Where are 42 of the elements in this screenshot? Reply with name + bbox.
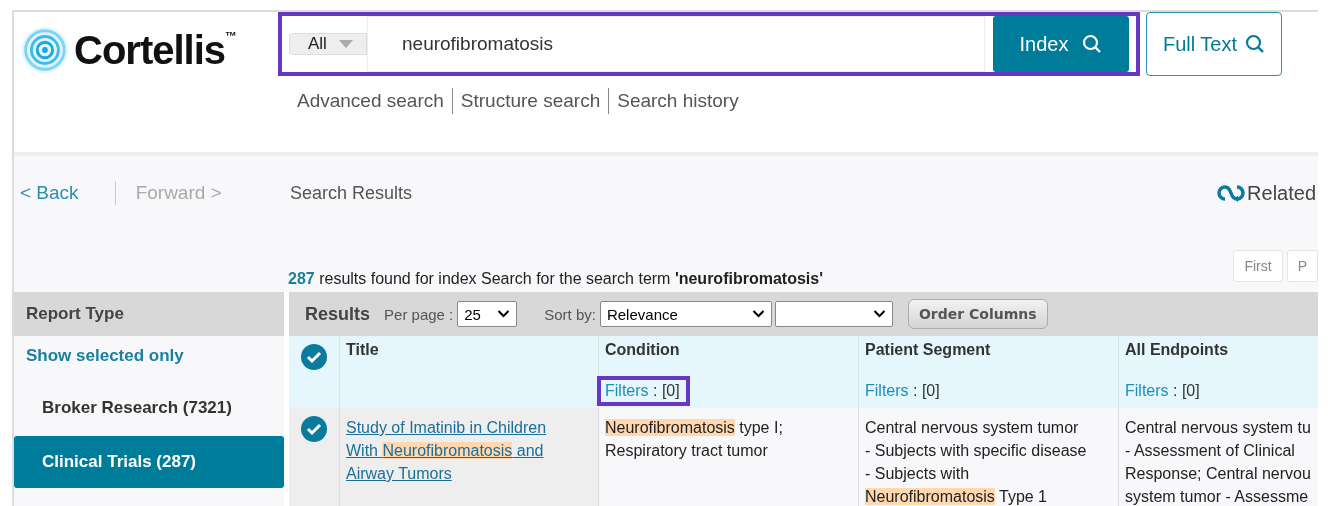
- column-header: Title: [346, 341, 380, 359]
- chevron-down-icon: [751, 310, 765, 318]
- search-option-link[interactable]: Structure search: [451, 88, 609, 114]
- secondary-sort-select[interactable]: [774, 301, 893, 327]
- column-filter[interactable]: Filters : [0]: [597, 376, 690, 406]
- logo-wordmark: Cortellis$^{™}$: [74, 27, 237, 73]
- show-selected-link[interactable]: Show selected only: [14, 336, 284, 372]
- chevron-down-icon: [497, 310, 511, 318]
- per-page-select[interactable]: 25: [457, 301, 518, 327]
- back-link[interactable]: < Back: [20, 182, 79, 204]
- per-page-label: Per page :: [384, 305, 454, 323]
- table-cell-text: Central nervous system tu - Assessment of Clinical Response; Central nervou system tumor - Assessme: [1125, 418, 1312, 506]
- results-summary: 287 results found for index Search for the search term 'neurofibromatosis': [288, 270, 823, 288]
- full-text-search-button[interactable]: Full Text: [1146, 12, 1282, 76]
- column-header: All Endpoints: [1125, 341, 1230, 359]
- pagination-button[interactable]: P: [1286, 250, 1318, 282]
- search-field[interactable]: neurofibromatosis: [367, 16, 985, 72]
- report-type-item[interactable]: Clinical Trials (287): [14, 436, 284, 488]
- search-icon: [1245, 34, 1266, 54]
- chevron-down-icon: [872, 310, 886, 318]
- select-all-checkbox[interactable]: [301, 344, 327, 370]
- scope-dropdown[interactable]: All: [289, 33, 367, 55]
- report-type-item[interactable]: Broker Research (7321): [14, 384, 284, 432]
- sort-select[interactable]: Relevance: [599, 301, 772, 327]
- table-cell-text: Central nervous system tumor - Subjects with specific disease - Subjects with Neurofibromatosis Type 1: [865, 418, 1088, 506]
- order-columns-button[interactable]: Order Columns: [907, 299, 1048, 329]
- search-icon: [1082, 34, 1103, 54]
- page-title: Search Results: [289, 182, 414, 204]
- search-option-link[interactable]: Advanced search: [294, 88, 452, 114]
- table-cell-text: Neurofibromatosis type I; Respiratory tract tumor: [605, 418, 784, 461]
- row-checkbox[interactable]: [301, 416, 327, 442]
- results-title: Results: [305, 303, 371, 325]
- report-type-header: Report Type: [14, 292, 284, 336]
- column-filter[interactable]: Filters : [0]: [1117, 376, 1210, 406]
- related-label[interactable]: Related: [1247, 181, 1316, 205]
- column-header: Patient Segment: [865, 341, 992, 359]
- column-filter[interactable]: Filters : [0]: [857, 376, 950, 406]
- index-search-button[interactable]: Index: [993, 16, 1129, 72]
- search-option-link[interactable]: Search history: [608, 88, 747, 114]
- column-header: Condition: [605, 341, 681, 359]
- sort-by-label: Sort by:: [544, 305, 596, 323]
- pagination-button[interactable]: First: [1233, 250, 1283, 282]
